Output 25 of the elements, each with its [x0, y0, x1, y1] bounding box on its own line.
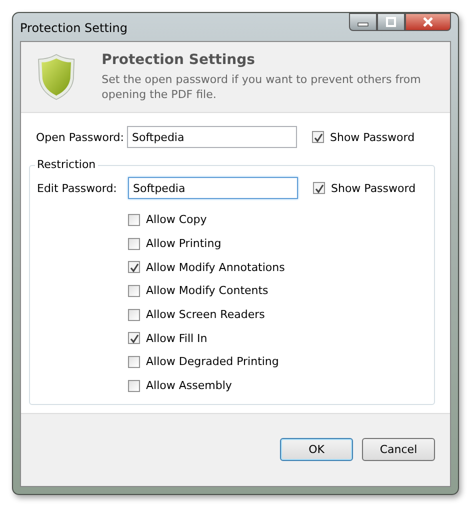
- header-description: Set the open password if you want to prevent others from opening the PDF file.: [102, 72, 422, 102]
- permission-checkbox[interactable]: Allow Modify Annotations: [128, 255, 428, 280]
- close-icon: [421, 17, 435, 27]
- cancel-button[interactable]: Cancel: [362, 438, 435, 462]
- minimize-button[interactable]: [349, 13, 377, 31]
- maximize-icon: [384, 17, 398, 27]
- maximize-button[interactable]: [377, 13, 405, 31]
- open-password-field[interactable]: Softpedia: [127, 126, 297, 148]
- show-password-checkbox[interactable]: Show Password: [312, 130, 415, 144]
- permission-checkbox[interactable]: Allow Assembly: [128, 374, 428, 398]
- permission-checkbox[interactable]: Allow Degraded Printing: [128, 350, 428, 374]
- show-password-checkbox[interactable]: Show Password: [313, 182, 416, 194]
- ok-button[interactable]: OK: [280, 438, 353, 462]
- permission-checkbox[interactable]: Allow Printing: [128, 232, 428, 256]
- close-button[interactable]: [405, 13, 451, 31]
- group-title: Restriction: [35, 158, 98, 171]
- window-title: Protection Setting: [20, 21, 128, 35]
- permission-checkbox[interactable]: Allow Modify Contents: [128, 279, 428, 303]
- permission-checkbox[interactable]: Allow Fill In: [128, 326, 428, 350]
- header-title: Protection Settings: [102, 52, 256, 68]
- edit-password-label: Edit Password:: [36, 182, 118, 194]
- permission-checkbox[interactable]: Allow Copy: [128, 208, 428, 232]
- open-password-label: Open Password:: [35, 130, 125, 144]
- permission-checkbox[interactable]: Allow Screen Readers: [128, 302, 428, 326]
- edit-password-field[interactable]: Softpedia: [128, 177, 298, 199]
